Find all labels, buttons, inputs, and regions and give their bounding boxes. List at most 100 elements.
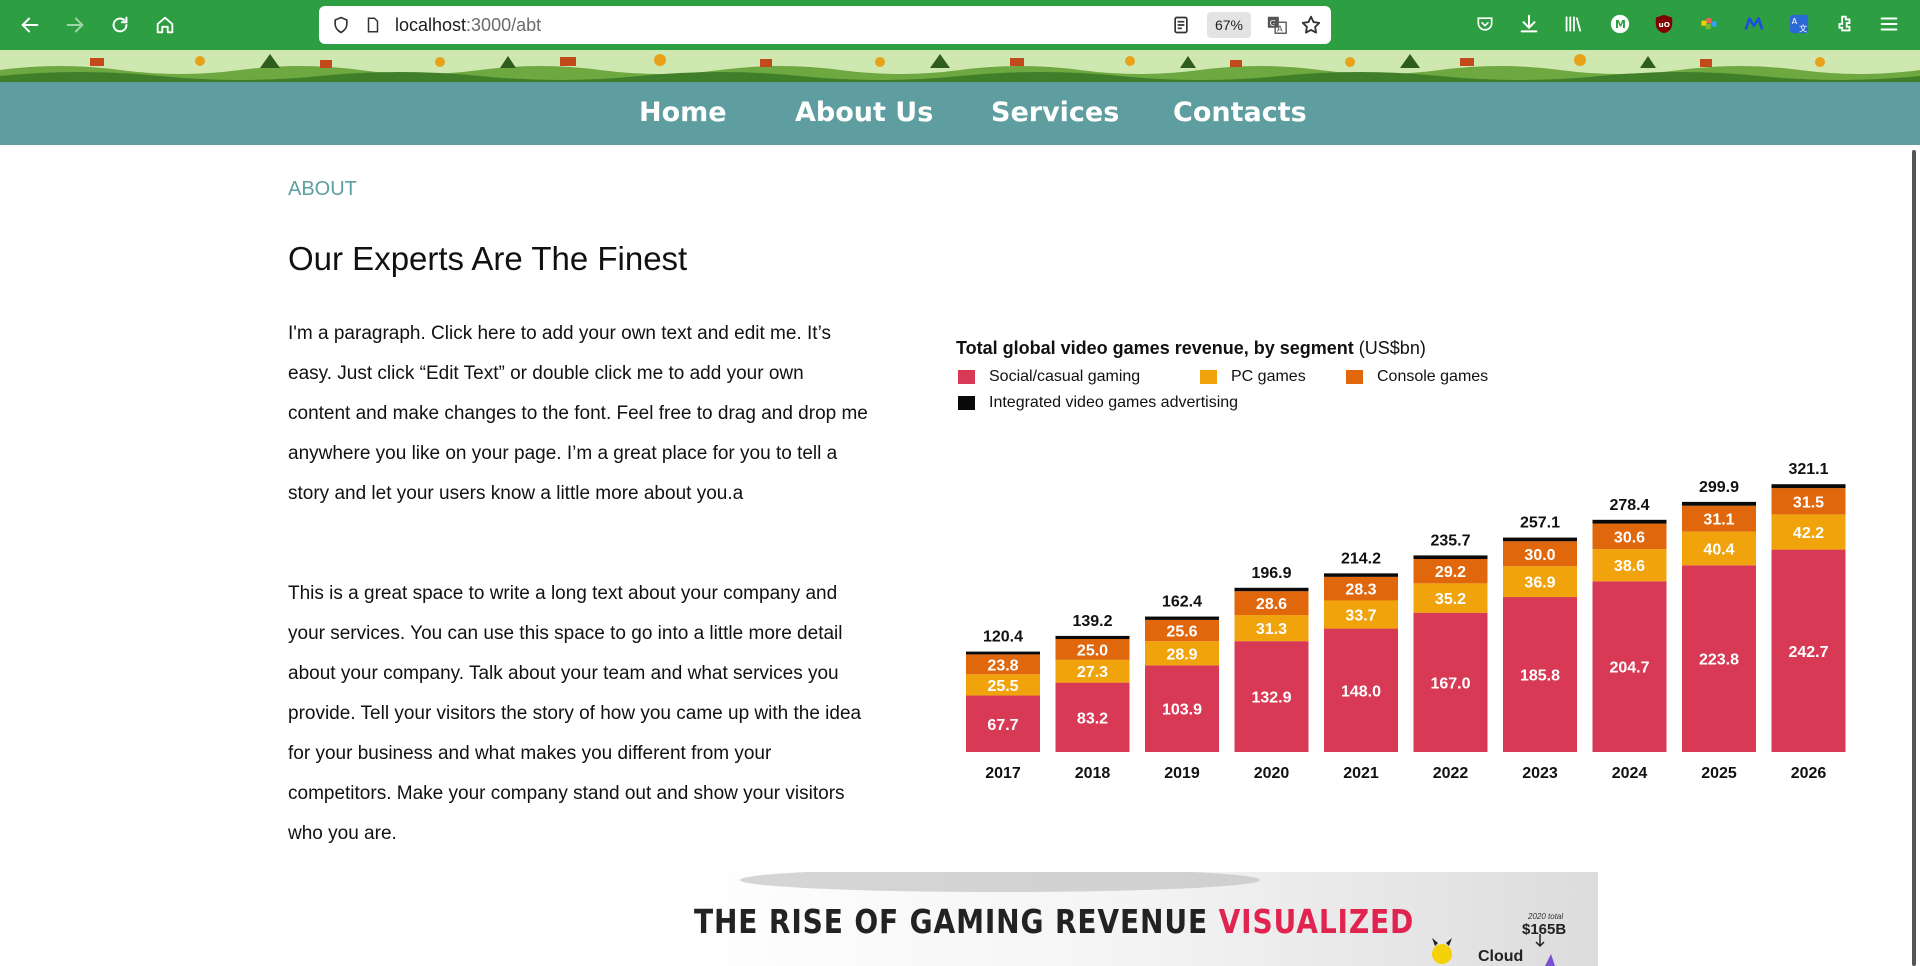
bar-total-label: 196.9 — [1251, 565, 1291, 582]
bar-value-label: 28.9 — [1166, 646, 1197, 663]
page-heading: Our Experts Are The Finest — [288, 240, 688, 277]
bar-segment — [1413, 555, 1488, 560]
url-text[interactable]: localhost:3000/abt — [395, 15, 541, 36]
page-scrollbar[interactable] — [1912, 150, 1916, 966]
bar-value-label: 103.9 — [1162, 702, 1202, 719]
library-icon[interactable] — [1560, 11, 1586, 37]
bar-value-label: 31.1 — [1703, 512, 1734, 529]
bar-value-label: 35.2 — [1435, 591, 1466, 608]
bar-segment — [1234, 587, 1309, 592]
svg-text:uO: uO — [1659, 20, 1670, 29]
reader-icon[interactable] — [1169, 13, 1193, 37]
translate-extension-icon[interactable]: A文 — [1786, 11, 1812, 37]
bar-segment — [1145, 616, 1219, 620]
bar-value-label: 31.5 — [1793, 494, 1824, 511]
bar-value-label: 167.0 — [1430, 675, 1470, 692]
colorful-extension-icon[interactable] — [1696, 11, 1722, 37]
svg-text:A: A — [1277, 23, 1283, 33]
nav-services[interactable]: Services — [991, 97, 1119, 128]
revenue-chart: Total global video games revenue, by seg… — [944, 330, 1864, 800]
infographic-total: $165B — [1522, 921, 1567, 938]
x-tick-label: 2022 — [1433, 765, 1469, 782]
back-icon[interactable] — [14, 9, 46, 41]
bar-value-label: 29.2 — [1435, 564, 1466, 581]
bar-value-label: 185.8 — [1520, 668, 1560, 685]
bar-value-label: 31.3 — [1256, 621, 1287, 638]
x-tick-label: 2017 — [985, 765, 1021, 782]
home-icon[interactable] — [149, 9, 181, 41]
bar-segment — [1503, 537, 1577, 542]
bar-segment — [1592, 519, 1667, 524]
bar-total-label: 120.4 — [983, 629, 1023, 646]
bar-value-label: 148.0 — [1341, 683, 1381, 700]
shield-icon[interactable] — [329, 13, 353, 37]
chart-plot: 67.7 25.5 23.8 120.4 2017 83.2 27.3 25.0 139.2 20… — [966, 461, 1846, 782]
bar-value-label: 25.5 — [987, 678, 1018, 695]
m-extension-icon[interactable]: M — [1607, 11, 1633, 37]
bar-value-label: 83.2 — [1077, 710, 1108, 727]
infographic-title-text: THE RISE OF GAMING REVENUE — [694, 902, 1208, 941]
x-tick-label: 2024 — [1612, 765, 1648, 782]
bar-total-label: 321.1 — [1788, 461, 1828, 478]
site-nav: Home About Us Services Contacts — [0, 82, 1920, 145]
bar-value-label: 33.7 — [1345, 608, 1376, 625]
bar-value-label: 28.6 — [1256, 596, 1287, 613]
x-tick-label: 2018 — [1075, 765, 1111, 782]
bar-total-label: 278.4 — [1609, 497, 1649, 514]
about-paragraph-2: This is a great space to write a long te… — [288, 583, 862, 844]
forward-icon[interactable] — [59, 9, 91, 41]
bar-value-label: 132.9 — [1251, 690, 1291, 707]
svg-text:A: A — [1792, 16, 1798, 26]
translate-icon[interactable]: GA — [1265, 13, 1289, 37]
url-path: :3000/abt — [466, 15, 542, 35]
bar-segment — [966, 651, 1040, 655]
blue-m-extension-icon[interactable] — [1741, 11, 1767, 37]
svg-text:M: M — [1615, 18, 1626, 31]
bar-total-label: 299.9 — [1699, 479, 1739, 496]
bar-value-label: 25.0 — [1077, 642, 1108, 659]
nav-about-us[interactable]: About Us — [795, 97, 933, 128]
infographic-segment: Cloud — [1478, 948, 1524, 965]
bar-value-label: 25.6 — [1166, 624, 1197, 641]
x-tick-label: 2020 — [1254, 765, 1290, 782]
nav-home[interactable]: Home — [639, 97, 727, 128]
ublock-icon[interactable]: uO — [1651, 11, 1677, 37]
star-icon[interactable] — [1299, 13, 1323, 37]
reload-icon[interactable] — [104, 9, 136, 41]
pocket-icon[interactable] — [1472, 11, 1498, 37]
bar-value-label: 30.0 — [1524, 547, 1555, 564]
url-host: localhost — [395, 15, 467, 35]
bar-total-label: 162.4 — [1162, 594, 1202, 611]
bar-value-label: 223.8 — [1699, 652, 1739, 669]
infographic-title: THE RISE OF GAMING REVENUE VISUALIZED — [694, 902, 1414, 941]
download-icon[interactable] — [1516, 11, 1542, 37]
about-paragraph-1: I'm a paragraph. Click here to add your … — [288, 323, 868, 504]
bar-total-label: 235.7 — [1430, 532, 1470, 549]
bar-value-label: 36.9 — [1524, 575, 1555, 592]
bar-total-label: 214.2 — [1341, 550, 1381, 567]
x-tick-label: 2023 — [1522, 765, 1558, 782]
banner-illustration — [0, 50, 1920, 82]
bar-total-label: 257.1 — [1520, 515, 1560, 532]
infographic-total-label: 2020 total — [1528, 912, 1564, 921]
extension-icon[interactable] — [1831, 11, 1857, 37]
svg-text:文: 文 — [1799, 23, 1807, 33]
nav-contacts[interactable]: Contacts — [1173, 97, 1307, 128]
bar-value-label: 30.6 — [1614, 529, 1645, 546]
browser-toolbar: localhost:3000/abt 67% GA M uO A文 — [0, 0, 1920, 50]
bar-value-label: 67.7 — [987, 717, 1018, 734]
bar-value-label: 28.3 — [1345, 582, 1376, 599]
bar-segment — [1682, 501, 1756, 506]
bar-value-label: 40.4 — [1703, 542, 1734, 559]
url-bar[interactable]: localhost:3000/abt 67% GA — [319, 6, 1331, 44]
infographic-image: THE RISE OF GAMING REVENUE VISUALIZED 20… — [670, 872, 1598, 966]
zoom-badge[interactable]: 67% — [1207, 12, 1251, 38]
menu-icon[interactable] — [1876, 11, 1902, 37]
bar-total-label: 139.2 — [1072, 613, 1112, 630]
x-tick-label: 2019 — [1164, 765, 1200, 782]
bar-value-label: 38.6 — [1614, 558, 1645, 575]
x-tick-label: 2026 — [1791, 765, 1827, 782]
infographic-title-accent: VISUALIZED — [1218, 902, 1415, 941]
bar-value-label: 242.7 — [1788, 644, 1828, 661]
page-icon[interactable] — [361, 13, 385, 37]
